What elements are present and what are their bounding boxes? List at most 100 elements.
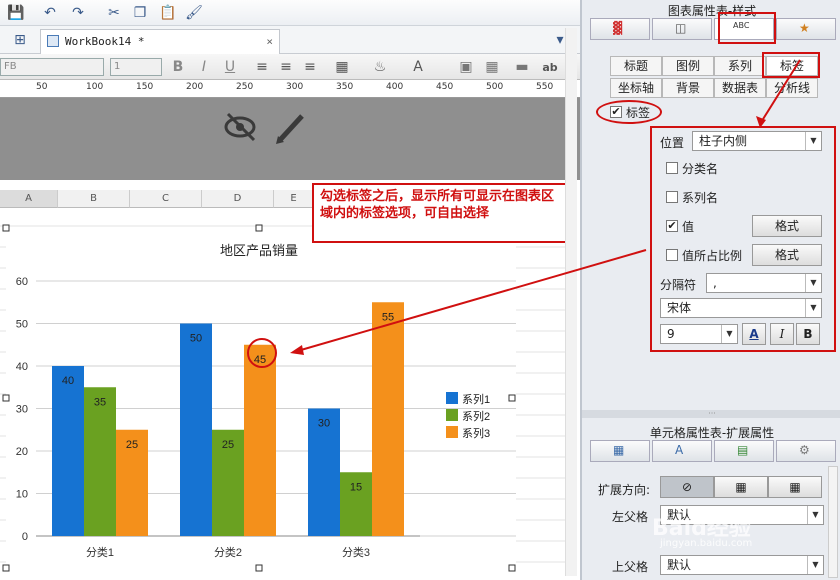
hidden-area (0, 98, 580, 180)
italic-button[interactable]: I (770, 323, 794, 345)
top-parent-select[interactable]: 默认 ▼ (660, 555, 824, 575)
vertical-scrollbar[interactable] (565, 28, 577, 576)
column-header[interactable]: D (202, 190, 274, 208)
resize-handle (255, 564, 263, 572)
chevron-down-icon: ▼ (807, 506, 823, 524)
data-label: 25 (222, 439, 234, 451)
label-checkbox-text: 标签 (626, 106, 651, 120)
tab-series[interactable]: 系列 (714, 56, 766, 76)
series-name-checkbox[interactable] (666, 191, 678, 203)
font-select[interactable]: 宋体 ▼ (660, 298, 822, 318)
format-painter-icon[interactable]: 🖌 (184, 3, 204, 23)
panel-scrollbar[interactable] (828, 466, 838, 578)
font-size-select[interactable]: 1 (110, 58, 162, 76)
resize-handle (2, 224, 10, 232)
tab-cell-expand[interactable]: ▤ (714, 440, 774, 462)
cut-icon[interactable]: ✂ (104, 3, 124, 23)
fill-color-icon[interactable]: ♨ (370, 57, 390, 77)
tab-title[interactable]: 标题 (610, 56, 662, 76)
tab-legend[interactable]: 图例 (662, 56, 714, 76)
resize-handle (508, 394, 516, 402)
underline-button[interactable]: U (220, 57, 240, 77)
column-header[interactable]: E (274, 190, 314, 208)
panel2-title: 单元格属性表-扩展属性 (649, 426, 775, 440)
ab-button[interactable]: ab (540, 57, 560, 77)
ruler-tick: 150 (136, 82, 154, 92)
tab-background[interactable]: 背景 (662, 78, 714, 98)
legend-swatch (446, 409, 458, 421)
tab-cell-basic[interactable]: ▦ (590, 440, 650, 462)
undo-icon[interactable]: ↶ (40, 3, 60, 23)
bar (244, 344, 276, 536)
tab-chart-type[interactable]: ▓ (590, 18, 650, 40)
tab-analysis-line[interactable]: 分析线 (766, 78, 818, 98)
data-label: 15 (350, 481, 362, 493)
expand-horizontal-button[interactable]: ▦ (768, 476, 822, 498)
label-checkbox[interactable]: ✔ (610, 106, 622, 118)
quick-toolbar: 💾 ↶ ↷ ✂ ❐ 📋 🖌 (0, 0, 580, 26)
bar-chart[interactable]: 地区产品销量 0 10 20 30 40 50 60 分类1 40 35 25 分类2 50 25 45 分类3… (0, 208, 566, 580)
border-icon[interactable]: ▦ (332, 57, 352, 77)
y-tick-label: 10 (16, 489, 28, 501)
expand-none-button[interactable]: ⊘ (660, 476, 714, 498)
align-center-icon[interactable]: ≡ (276, 57, 296, 77)
grid-icon[interactable]: ▦ (482, 57, 502, 77)
font-color-button[interactable]: A (742, 323, 766, 345)
resize-handle (2, 564, 10, 572)
column-header[interactable]: C (130, 190, 202, 208)
save-icon[interactable]: 💾 (6, 3, 26, 23)
category-name-checkbox[interactable] (666, 162, 678, 174)
font-name-select[interactable]: FB (0, 58, 104, 76)
tab-data[interactable]: ◫ (652, 18, 712, 40)
data-label: 30 (318, 418, 330, 430)
hide-icon[interactable] (224, 112, 260, 142)
italic-button[interactable]: I (194, 57, 214, 77)
resize-handle (2, 394, 10, 402)
position-select[interactable]: 柱子内侧 ▼ (692, 131, 822, 151)
merge-icon[interactable]: ▣ (456, 57, 476, 77)
ruler-tick: 300 (286, 82, 304, 92)
tab-axis[interactable]: 坐标轴 (610, 78, 662, 98)
new-template-icon[interactable]: ⊞ (10, 30, 30, 50)
value-format-button[interactable]: 格式 (752, 215, 822, 237)
column-header[interactable]: B (58, 190, 130, 208)
ruler-tick: 100 (86, 82, 104, 92)
tab-cell-settings[interactable]: ⚙ (776, 440, 836, 462)
ruler-tick: 200 (186, 82, 204, 92)
copy-icon[interactable]: ❐ (130, 3, 150, 23)
align-right-icon[interactable]: ≡ (300, 57, 320, 77)
x-tick-label: 分类1 (86, 545, 114, 559)
legend-label: 系列3 (462, 426, 490, 440)
bold-button[interactable]: B (168, 57, 188, 77)
close-tab-icon[interactable]: × (266, 30, 273, 54)
bar (372, 302, 404, 536)
position-label: 位置 (660, 136, 685, 150)
strike-icon[interactable]: ▬ (512, 57, 532, 77)
font-color-icon[interactable]: A (408, 57, 428, 77)
splitter[interactable]: ··· (582, 410, 840, 418)
tab-cell-style[interactable]: A (652, 440, 712, 462)
ruler-tick: 350 (336, 82, 354, 92)
highlight-box (762, 52, 820, 78)
ruler-tick: 450 (436, 82, 454, 92)
value-checkbox[interactable]: ✔ (666, 220, 678, 232)
bold-button[interactable]: B (796, 323, 820, 345)
tab-workbook[interactable]: WorkBook14 * × (40, 29, 280, 54)
separator-select[interactable]: , ▼ (706, 273, 822, 293)
font-size-select[interactable]: 9 ▼ (660, 324, 738, 344)
highlight-box (718, 12, 776, 44)
expand-vertical-button[interactable]: ▦ (714, 476, 768, 498)
percent-format-button[interactable]: 格式 (752, 244, 822, 266)
tab-special[interactable]: ★ (776, 18, 836, 40)
column-header[interactable]: A (0, 190, 58, 208)
ruler: 50 100 150 200 250 300 350 400 450 500 550 (0, 80, 580, 98)
ruler-tick: 250 (236, 82, 254, 92)
edit-icon[interactable] (274, 110, 306, 144)
percent-checkbox[interactable] (666, 249, 678, 261)
gear-icon: ⚙ (799, 443, 810, 457)
redo-icon[interactable]: ↷ (68, 3, 88, 23)
tab-datasheet[interactable]: 数据表 (714, 78, 766, 98)
align-left-icon[interactable]: ≡ (252, 57, 272, 77)
chart-type-icon: ▓ (613, 21, 623, 35)
paste-icon[interactable]: 📋 (158, 3, 178, 23)
